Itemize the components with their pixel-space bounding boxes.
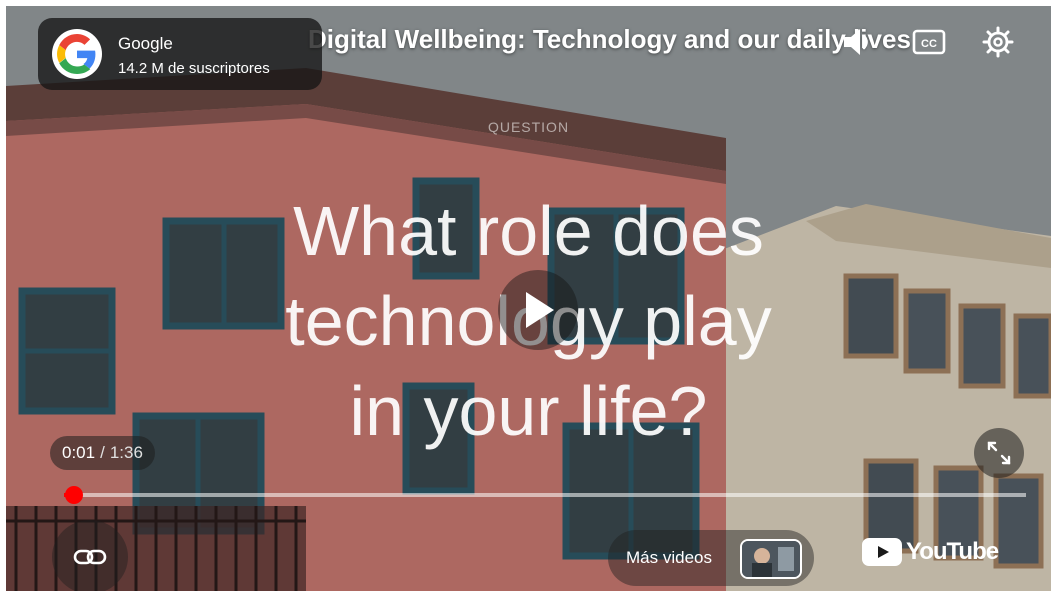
video-player[interactable]: QUESTION What role does technology play … — [6, 6, 1051, 591]
fullscreen-icon — [987, 441, 1011, 465]
copy-link-button[interactable] — [52, 520, 128, 591]
channel-name[interactable]: Google — [118, 34, 173, 54]
slide-line-3: in your life? — [349, 372, 708, 450]
subscriber-count: 14.2 M de suscriptores — [118, 60, 270, 77]
svg-text:CC: CC — [921, 38, 937, 50]
play-button[interactable] — [498, 270, 578, 350]
play-icon — [526, 292, 554, 328]
link-icon — [73, 549, 107, 565]
slide-label: QUESTION — [487, 119, 570, 135]
youtube-play-icon — [862, 538, 902, 566]
slide-line-1: What role does — [293, 192, 764, 270]
video-title[interactable]: Digital Wellbeing: Technology and our da… — [308, 24, 911, 55]
time-display: 0:01 / 1:36 — [50, 436, 155, 470]
current-time: 0:01 — [62, 443, 96, 462]
youtube-logo[interactable]: YouTube — [862, 535, 999, 569]
more-videos-label: Más videos — [626, 548, 712, 567]
duration: 1:36 — [109, 443, 143, 462]
volume-icon[interactable] — [836, 20, 880, 64]
more-videos-button[interactable]: Más videos — [608, 530, 814, 586]
gear-icon[interactable] — [976, 20, 1020, 64]
closed-captions-icon[interactable]: CC — [907, 20, 951, 64]
channel-card[interactable]: Google 14.2 M de suscriptores — [38, 18, 322, 90]
fullscreen-button[interactable] — [974, 428, 1024, 478]
time-separator: / — [100, 443, 105, 462]
google-g-icon[interactable] — [52, 29, 102, 79]
progress-scrubber[interactable] — [64, 486, 83, 504]
youtube-wordmark: YouTube — [906, 538, 999, 565]
more-videos-thumbnail — [740, 539, 802, 579]
progress-bar[interactable] — [64, 493, 1026, 497]
